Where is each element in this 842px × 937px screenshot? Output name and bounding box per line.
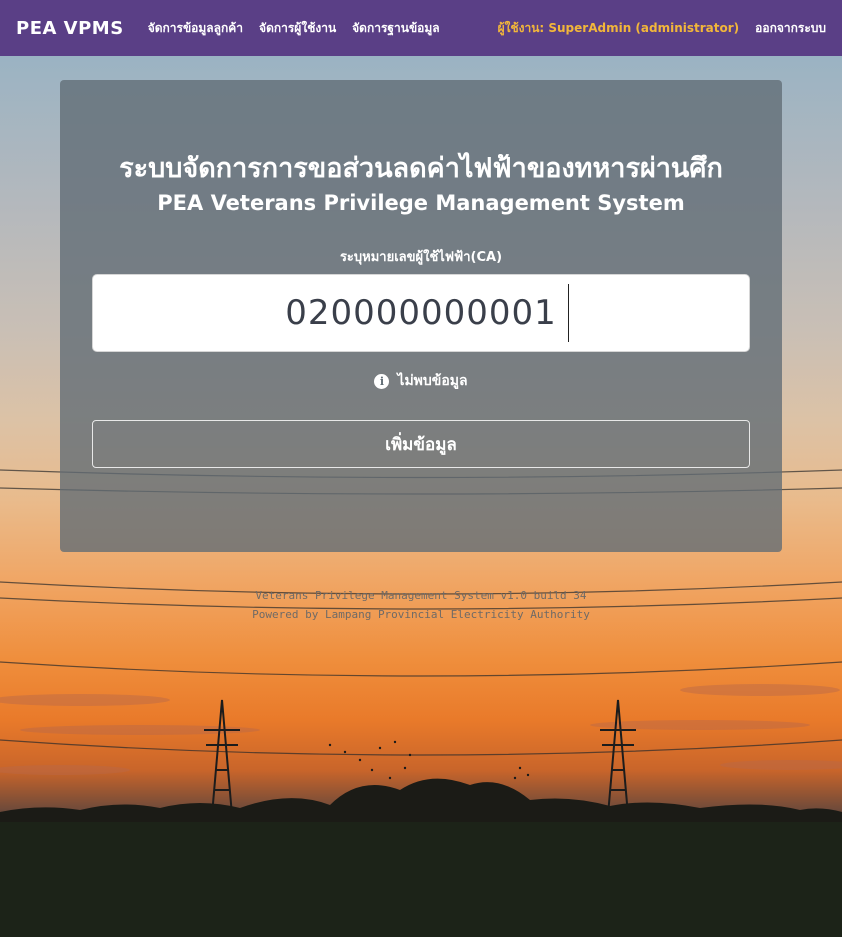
- info-icon: i: [374, 373, 390, 389]
- current-user-label[interactable]: ผู้ใช้งาน: SuperAdmin (administrator): [498, 19, 740, 38]
- page-title-english: PEA Veterans Privilege Management System: [157, 191, 685, 215]
- not-found-message: i ไม่พบข้อมูล: [60, 370, 782, 392]
- footer-powered-by: Powered by Lampang Provincial Electricit…: [252, 608, 590, 621]
- add-data-button[interactable]: เพิ่มข้อมูล: [92, 420, 750, 468]
- ca-number-input[interactable]: [92, 274, 750, 352]
- top-navbar: PEA VPMS จัดการข้อมูลลูกค้า จัดการผู้ใช้…: [0, 0, 842, 56]
- ca-input-label: ระบุหมายเลขผู้ใช้ไฟฟ้า(CA): [339, 250, 503, 265]
- logout-link[interactable]: ออกจากระบบ: [755, 19, 826, 38]
- not-found-text: ไม่พบข้อมูล: [397, 373, 468, 389]
- nav-link-users[interactable]: จัดการผู้ใช้งาน: [259, 19, 336, 38]
- search-card: ระบบจัดการการขอส่วนลดค่าไฟฟ้าของทหารผ่าน…: [60, 80, 782, 552]
- footer: Veterans Privilege Management System v1.…: [0, 586, 842, 624]
- nav-links: จัดการข้อมูลลูกค้า จัดการผู้ใช้งาน จัดกา…: [148, 19, 440, 38]
- nav-right: ผู้ใช้งาน: SuperAdmin (administrator) ออ…: [498, 19, 826, 38]
- footer-version: Veterans Privilege Management System v1.…: [255, 589, 587, 602]
- brand-logo[interactable]: PEA VPMS: [16, 18, 124, 39]
- nav-link-customers[interactable]: จัดการข้อมูลลูกค้า: [148, 19, 243, 38]
- page-title-thai: ระบบจัดการการขอส่วนลดค่าไฟฟ้าของทหารผ่าน…: [119, 153, 723, 184]
- nav-link-database[interactable]: จัดการฐานข้อมูล: [352, 19, 440, 38]
- text-caret: [568, 284, 569, 342]
